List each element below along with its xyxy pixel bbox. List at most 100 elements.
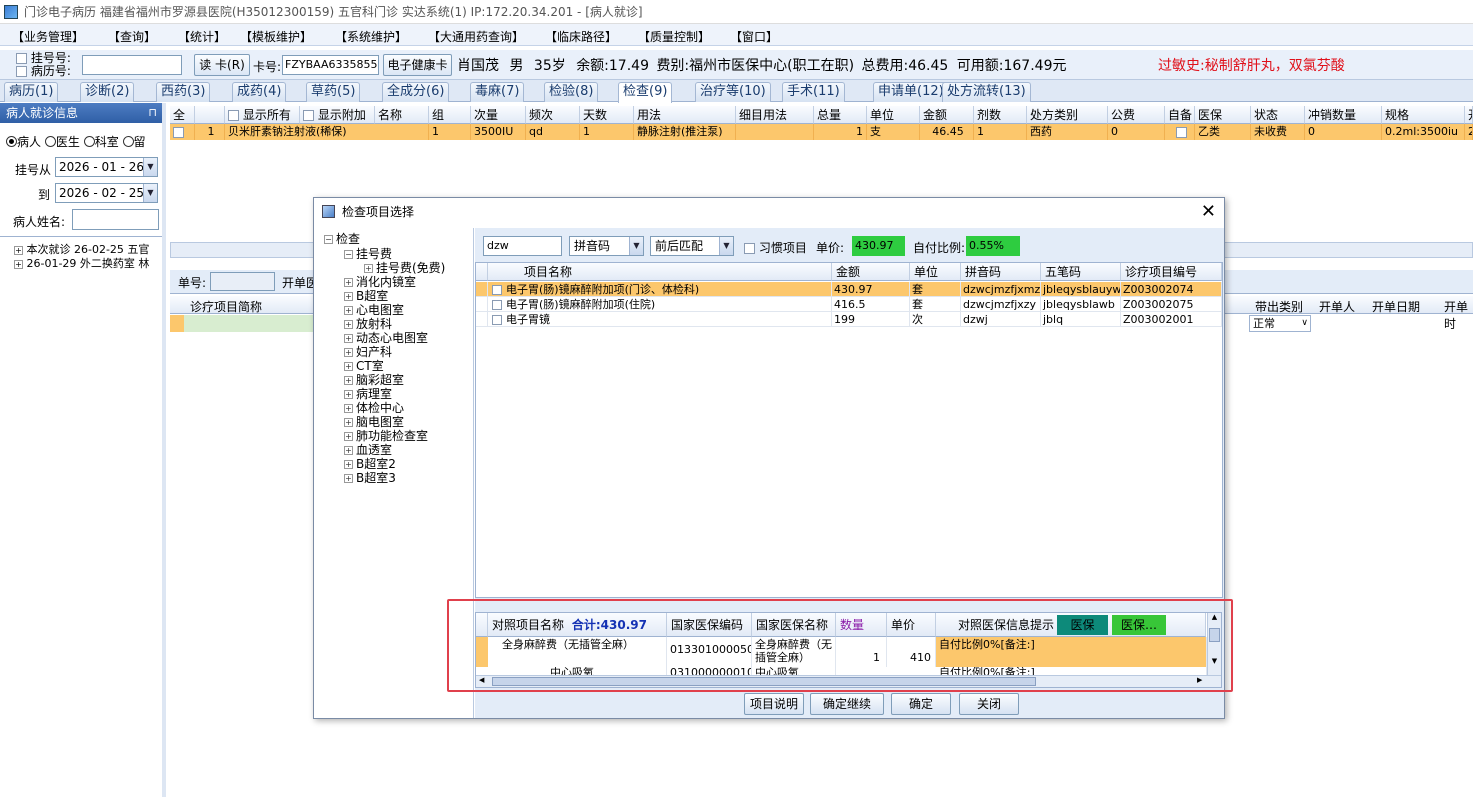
expand-icon[interactable]: + [344,320,353,329]
col-pinyin[interactable]: 拼音码 [961,263,1041,281]
row-freq[interactable]: qd [526,124,580,140]
confirm-button[interactable]: 确定 [891,693,951,715]
col-amount[interactable]: 金额 [920,106,974,124]
expand-icon[interactable]: + [344,292,353,301]
col-all[interactable]: 全 [170,106,195,124]
tree-root[interactable]: − 检查 [324,232,360,246]
expand-icon[interactable]: + [344,474,353,483]
col-amount[interactable]: 金额 [832,263,910,281]
tree-node[interactable]: + 放射科 [344,317,392,331]
match-mode-select[interactable]: 前后匹配 ▼ [650,236,734,256]
tree-node[interactable]: + 挂号费(免费) [364,261,445,275]
col-spec[interactable]: 规格 [1382,106,1465,124]
order-row-highlight[interactable] [184,315,314,332]
row-public[interactable]: 0 [1108,124,1165,140]
chevron-down-icon[interactable]: ▼ [719,237,733,255]
expand-icon[interactable]: + [344,404,353,413]
radio-doctor[interactable] [44,136,56,147]
tab-treatment[interactable]: 治疗等(10) [695,82,771,102]
reg-no-checkbox[interactable] [16,53,27,64]
row-checkbox[interactable] [173,126,184,138]
tree-node[interactable]: + B超室 [344,289,388,303]
menu-template[interactable]: 【模板维护】 [240,28,312,45]
tree-node[interactable]: + 脑电图室 [344,415,404,429]
menu-window[interactable]: 【窗口】 [730,28,778,45]
col-item-name[interactable]: 项目名称 [488,263,832,281]
radio-stay[interactable] [122,136,134,147]
col-days[interactable]: 天数 [580,106,634,124]
tree-node[interactable]: + 妇产科 [344,345,392,359]
col-group[interactable]: 组 [429,106,471,124]
col-detail-usage[interactable]: 细目用法 [736,106,814,124]
tab-western-drugs[interactable]: 西药(3) [156,82,211,102]
tree-node[interactable]: + 脑彩超室 [344,373,404,387]
chevron-down-icon[interactable]: ▼ [143,184,157,202]
visit-item[interactable]: + 26-01-29 外二换药室 林 [14,255,164,271]
expand-icon[interactable]: + [344,446,353,455]
card-number-input[interactable]: FZYBAA6335855 [282,55,379,75]
col-doses[interactable]: 剂数 [974,106,1027,124]
tree-node[interactable]: + 肺功能检查室 [344,429,428,443]
row-unit[interactable]: 支 [867,124,920,140]
radio-patient[interactable] [6,136,17,147]
row-days[interactable]: 1 [580,124,634,140]
menu-query[interactable]: 【查询】 [108,28,156,45]
read-card-button[interactable]: 读 卡(R) [194,54,250,76]
search-mode-select[interactable]: 拼音码 ▼ [569,236,644,256]
row-checkbox-cell[interactable] [170,124,195,140]
tree-node[interactable]: − 挂号费 [344,247,392,261]
col-category[interactable]: 处方类别 [1027,106,1108,124]
out-type-select[interactable]: 正常 ∨ [1249,315,1311,332]
col-open-date[interactable]: 开单日期 [1372,298,1420,315]
chevron-down-icon[interactable]: ▼ [143,158,157,176]
health-card-button[interactable]: 电子健康卡 [383,54,452,76]
item-checkbox[interactable] [492,300,502,310]
record-no-checkbox[interactable] [16,66,27,77]
expand-icon[interactable]: + [344,390,353,399]
col-more[interactable]: 开 [1465,106,1473,124]
expand-icon[interactable]: + [344,376,353,385]
reg-to-date[interactable]: 2026 - 02 - 25 ▼ [55,183,158,203]
radio-department[interactable] [83,136,95,147]
expand-icon[interactable]: + [344,460,353,469]
habit-option[interactable]: 习惯项目 [744,239,807,256]
show-all-option[interactable]: 显示所有 [225,106,300,124]
tree-node[interactable]: + B超室3 [344,471,396,485]
col-public[interactable]: 公费 [1108,106,1165,124]
item-info-button[interactable]: 项目说明 [744,693,804,715]
tab-narcotics[interactable]: 毒麻(7) [470,82,525,102]
item-checkbox[interactable] [492,285,502,295]
menu-drug-query[interactable]: 【大通用药查询】 [428,28,524,45]
col-out-type[interactable]: 带出类别 [1255,298,1303,315]
tab-lab[interactable]: 检验(8) [544,82,599,102]
chevron-down-icon[interactable]: ▼ [629,237,643,255]
expand-icon[interactable]: + [364,264,373,273]
menu-clinical-path[interactable]: 【临床路径】 [545,28,617,45]
col-self[interactable]: 自备 [1165,106,1195,124]
pin-icon[interactable]: ⊓ [148,103,157,123]
col-insurance[interactable]: 医保 [1195,106,1251,124]
tree-node[interactable]: + 消化内镜室 [344,275,416,289]
tab-herbal[interactable]: 草药(5) [306,82,361,102]
row-self-cell[interactable] [1165,124,1195,140]
expand-icon[interactable]: + [344,306,353,315]
col-dose[interactable]: 次量 [471,106,526,124]
row-name[interactable]: 贝米肝素钠注射液(稀保) [225,124,429,140]
row-doses[interactable]: 1 [974,124,1027,140]
item-name[interactable]: 电子胃(肠)镜麻醉附加项(门诊、体检科) [488,282,832,297]
col-unit[interactable]: 单位 [910,263,961,281]
show-extra-option[interactable]: 显示附加 [300,106,375,124]
row-category[interactable]: 西药 [1027,124,1108,140]
confirm-continue-button[interactable]: 确定继续 [810,693,884,715]
tab-examination[interactable]: 检查(9) [618,82,673,103]
reg-from-date[interactable]: 2026 - 01 - 26 ▼ [55,157,158,177]
menu-business[interactable]: 【业务管理】 [12,28,84,45]
col-writeoff[interactable]: 冲销数量 [1305,106,1382,124]
chevron-down-icon[interactable]: ∨ [1301,316,1308,331]
col-freq[interactable]: 频次 [526,106,580,124]
habit-checkbox[interactable] [744,243,755,254]
expand-icon[interactable]: + [344,418,353,427]
col-unit[interactable]: 单位 [867,106,920,124]
tree-node[interactable]: + 体检中心 [344,401,404,415]
row-total[interactable]: 1 [814,124,867,140]
